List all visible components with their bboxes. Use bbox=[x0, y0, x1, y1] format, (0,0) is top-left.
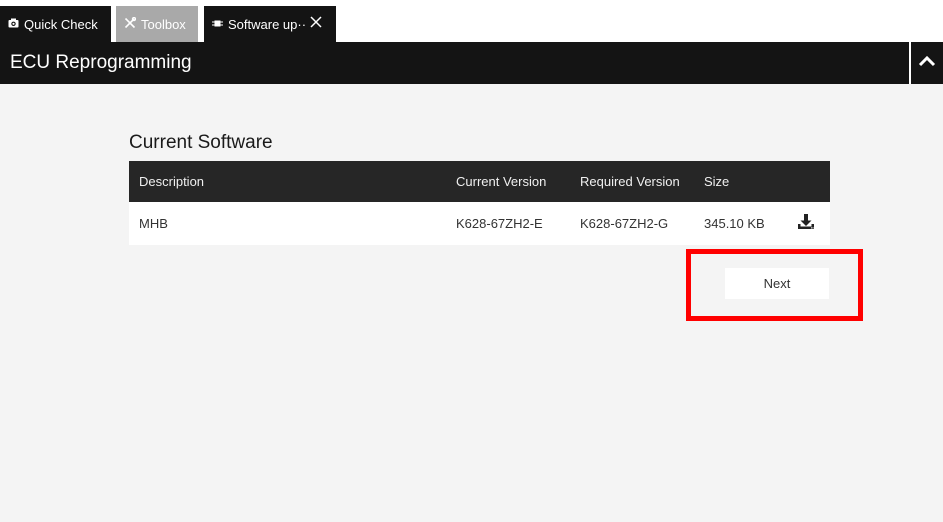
tab-toolbox-label: Toolbox bbox=[141, 16, 186, 32]
table-header: Description Current Version Required Ver… bbox=[129, 161, 830, 202]
main-content: Current Software Description Current Ver… bbox=[0, 84, 943, 522]
tab-quick-check[interactable]: Quick Check bbox=[0, 6, 111, 42]
highlight-box bbox=[686, 249, 863, 321]
cell-size: 345.10 KB bbox=[704, 216, 765, 231]
tab-quick-check-label: Quick Check bbox=[24, 16, 98, 32]
close-icon[interactable] bbox=[310, 16, 322, 32]
page-title: ECU Reprogramming bbox=[10, 52, 192, 73]
chip-icon bbox=[212, 18, 223, 31]
tab-bar: Quick Check Toolbox Software up·· bbox=[0, 0, 943, 42]
column-header-size: Size bbox=[704, 174, 730, 189]
column-header-current-version: Current Version bbox=[456, 174, 547, 189]
cell-current-version: K628-67ZH2-E bbox=[456, 216, 543, 231]
cell-required-version: K628-67ZH2-G bbox=[580, 216, 669, 231]
download-icon bbox=[797, 213, 815, 234]
collapse-button[interactable] bbox=[911, 42, 943, 84]
tab-software-update-label: Software up·· bbox=[228, 16, 307, 32]
section-title: Current Software bbox=[129, 132, 273, 153]
tools-icon bbox=[124, 16, 137, 31]
tab-toolbox[interactable]: Toolbox bbox=[116, 6, 198, 42]
column-header-description: Description bbox=[139, 174, 205, 189]
tab-software-update[interactable]: Software up·· bbox=[204, 6, 336, 42]
cell-description: MHB bbox=[139, 216, 168, 231]
column-header-required-version: Required Version bbox=[580, 174, 680, 189]
camera-icon bbox=[8, 18, 19, 30]
software-table: Description Current Version Required Ver… bbox=[129, 161, 830, 245]
table-row: MHB K628-67ZH2-E K628-67ZH2-G 345.10 KB bbox=[129, 202, 830, 245]
page-header: ECU Reprogramming bbox=[0, 42, 943, 84]
download-button[interactable] bbox=[797, 202, 815, 245]
chevron-up-icon bbox=[918, 54, 936, 72]
